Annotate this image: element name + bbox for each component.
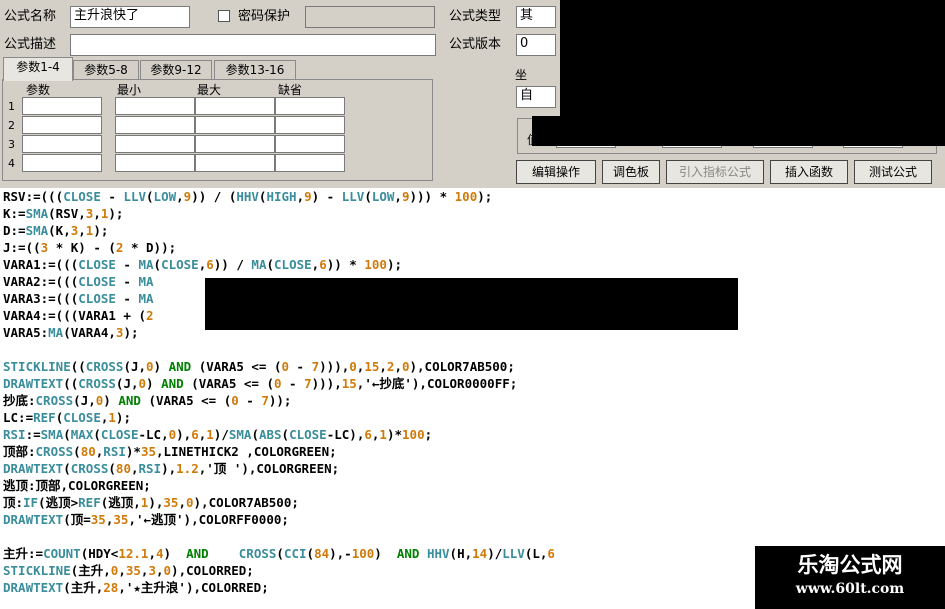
code-line[interactable]: RSI:=SMA(MAX(CLOSE-LC,0),6,1)/SMA(ABS(CL… xyxy=(0,426,945,443)
tab-params-5-8[interactable]: 参数5-8 xyxy=(73,60,139,80)
param-cell[interactable] xyxy=(115,97,195,115)
formula-version-label: 公式版本 xyxy=(449,37,502,52)
redaction-block-code xyxy=(205,278,738,330)
password-label: 密码保护 xyxy=(238,9,291,24)
code-line[interactable]: 顶部:CROSS(80,RSI)*35,LINETHICK2 ,COLORGRE… xyxy=(0,443,945,460)
code-line[interactable]: LC:=REF(CLOSE,1); xyxy=(0,409,945,426)
password-input[interactable] xyxy=(305,6,435,28)
param-cell[interactable] xyxy=(195,135,275,153)
param-cell[interactable] xyxy=(22,116,102,134)
site-watermark: 乐淘公式网 www.60lt.com xyxy=(755,546,945,609)
formula-name-input[interactable]: 主升浪快了 xyxy=(70,6,190,28)
param-cell[interactable] xyxy=(275,135,345,153)
edit-operation-button[interactable]: 编辑操作 xyxy=(516,160,596,184)
code-line[interactable]: 逃顶:顶部,COLORGREEN; xyxy=(0,477,945,494)
redaction-block-top xyxy=(560,0,945,118)
param-cell[interactable] xyxy=(22,135,102,153)
param-cell[interactable] xyxy=(115,154,195,172)
code-line[interactable]: RSV:=(((CLOSE - LLV(LOW,9)) / (HHV(HIGH,… xyxy=(0,188,945,205)
code-line[interactable]: D:=SMA(K,3,1); xyxy=(0,222,945,239)
param-cell[interactable] xyxy=(22,97,102,115)
formula-desc-input[interactable] xyxy=(70,34,436,56)
param-cell[interactable] xyxy=(275,154,345,172)
code-line[interactable]: VARA1:=(((CLOSE - MA(CLOSE,6)) / MA(CLOS… xyxy=(0,256,945,273)
param-row-number: 1 xyxy=(8,100,15,113)
coord-select[interactable]: 自 xyxy=(516,86,556,108)
coord-label: 坐 xyxy=(515,68,528,82)
code-line[interactable] xyxy=(0,341,945,358)
test-formula-button[interactable]: 测试公式 xyxy=(854,160,932,184)
code-line[interactable]: STICKLINE((CROSS(J,0) AND (VARA5 <= (0 -… xyxy=(0,358,945,375)
import-formula-button[interactable]: 引入指标公式 xyxy=(666,160,764,184)
formula-desc-label: 公式描述 xyxy=(4,37,57,52)
tab-params-13-16[interactable]: 参数13-16 xyxy=(214,60,296,80)
code-line[interactable]: J:=((3 * K) - (2 * D)); xyxy=(0,239,945,256)
param-row-number: 2 xyxy=(8,119,15,132)
tab-params-9-12[interactable]: 参数9-12 xyxy=(140,60,212,80)
param-row-number: 4 xyxy=(8,157,15,170)
param-header-default: 缺省 xyxy=(278,83,303,97)
palette-button[interactable]: 调色板 xyxy=(602,160,660,184)
code-line[interactable] xyxy=(0,528,945,545)
param-header-min: 最小 xyxy=(117,83,142,97)
code-line[interactable]: DRAWTEXT(CROSS(80,RSI),1.2,'顶 '),COLORGR… xyxy=(0,460,945,477)
password-checkbox[interactable] xyxy=(218,10,230,22)
formula-version-input[interactable]: 0 xyxy=(516,34,556,56)
code-line[interactable]: 抄底:CROSS(J,0) AND (VARA5 <= (0 - 7)); xyxy=(0,392,945,409)
param-cell[interactable] xyxy=(195,97,275,115)
param-cell[interactable] xyxy=(275,97,345,115)
code-line[interactable]: K:=SMA(RSV,3,1); xyxy=(0,205,945,222)
watermark-title: 乐淘公式网 xyxy=(797,552,903,577)
insert-function-button[interactable]: 插入函数 xyxy=(770,160,848,184)
formula-type-select[interactable]: 其 xyxy=(516,6,556,28)
formula-name-label: 公式名称 xyxy=(4,9,57,24)
watermark-url: www.60lt.com xyxy=(795,581,905,597)
param-cell[interactable] xyxy=(195,116,275,134)
param-cell[interactable] xyxy=(115,135,195,153)
code-lines: RSV:=(((CLOSE - LLV(LOW,9)) / (HHV(HIGH,… xyxy=(0,188,945,596)
param-cell[interactable] xyxy=(195,154,275,172)
param-row-number: 3 xyxy=(8,138,15,151)
code-line[interactable]: DRAWTEXT(顶=35,35,'←逃顶'),COLORFF0000; xyxy=(0,511,945,528)
tab-params-1-4[interactable]: 参数1-4 xyxy=(3,57,73,81)
code-line[interactable]: DRAWTEXT((CROSS(J,0) AND (VARA5 <= (0 - … xyxy=(0,375,945,392)
redaction-block-values xyxy=(532,116,945,146)
formula-type-label: 公式类型 xyxy=(449,9,502,24)
param-cell[interactable] xyxy=(275,116,345,134)
code-line[interactable]: 顶:IF(逃顶>REF(逃顶,1),35,0),COLOR7AB500; xyxy=(0,494,945,511)
param-header-max: 最大 xyxy=(197,83,222,97)
param-cell[interactable] xyxy=(115,116,195,134)
param-cell[interactable] xyxy=(22,154,102,172)
param-header-name: 参数 xyxy=(26,83,51,97)
